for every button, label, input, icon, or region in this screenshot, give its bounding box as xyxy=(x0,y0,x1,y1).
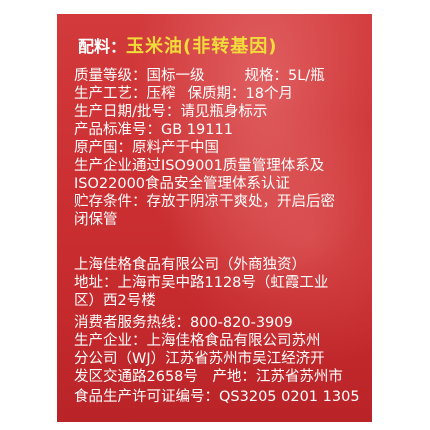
consumer-hotline: 消费者服务热线：800-820-3909 xyxy=(74,315,293,331)
certification-line-1: 生产企业通过ISO9001质量管理体系及 xyxy=(74,158,325,174)
grade-size-line: 质量等级：国标一级 规格：5L/瓶 xyxy=(74,67,325,85)
storage-line-2: 闭保管 xyxy=(74,212,118,228)
producer-line-3: 发区交通路2658号 产地：江苏省苏州市 xyxy=(74,369,343,385)
product-standard: 产品标准号：GB 19111 xyxy=(74,122,233,138)
company-name: 上海佳格食品有限公司（外商独资） xyxy=(74,257,306,273)
address-line-2: 区）西2号楼 xyxy=(74,293,156,309)
process-shelf-line: 生产工艺：压榨 保质期：18个月 xyxy=(74,85,293,103)
product-label-card: 配料：玉米油(非转基因) 质量等级：国标一级 规格：5L/瓶 生产工艺：压榨 保质期… xyxy=(57,14,372,422)
production-process: 生产工艺：压榨 xyxy=(74,86,176,102)
ingredient-value: 玉米油(非转基因) xyxy=(126,36,278,57)
quality-grade: 质量等级：国标一级 xyxy=(74,68,205,84)
certification-line-2: ISO22000食品安全管理体系认证 xyxy=(74,176,291,192)
production-license: 食品生产许可证编号：QS3205 0201 1305 xyxy=(74,389,360,405)
origin-country: 原产国：原料产于中国 xyxy=(74,140,219,156)
ingredient-label: 配料： xyxy=(78,37,127,56)
ingredient-line: 配料：玉米油(非转基因) xyxy=(78,32,277,58)
package-size: 规格：5L/瓶 xyxy=(244,68,325,84)
production-date: 生产日期/批号：请见瓶身标示 xyxy=(74,104,268,120)
producer-line-1: 生产企业：上海佳格食品有限公司苏州 xyxy=(74,333,321,349)
shelf-life: 保质期：18个月 xyxy=(187,86,293,102)
producer-line-2: 分公司（WJ）江苏省苏州市吴江经济开 xyxy=(74,351,325,367)
storage-line-1: 贮存条件：存放于阴凉干爽处，开启后密 xyxy=(74,194,335,210)
address-line-1: 地址：上海市吴中路1128号（虹霞工业 xyxy=(74,275,329,291)
